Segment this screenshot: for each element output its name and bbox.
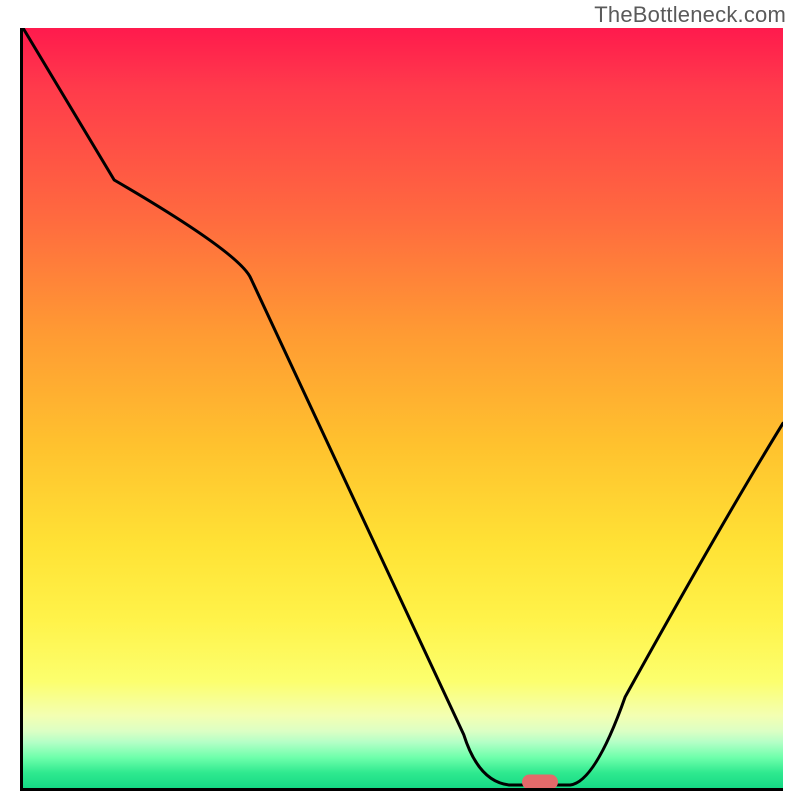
curve-svg xyxy=(23,28,783,788)
watermark-text: TheBottleneck.com xyxy=(594,2,786,28)
optimum-marker xyxy=(522,775,558,790)
plot-area xyxy=(20,28,783,791)
bottleneck-curve xyxy=(23,28,783,785)
chart-container: TheBottleneck.com xyxy=(0,0,800,800)
